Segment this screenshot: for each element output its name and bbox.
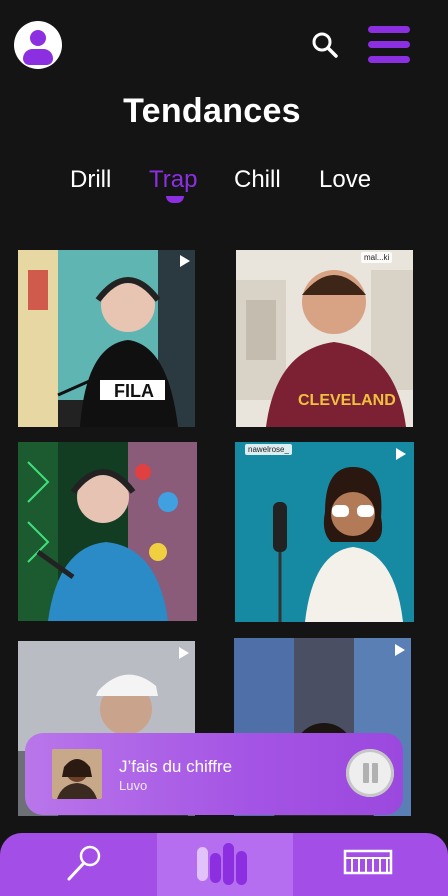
video-overlay-label: mal...ki <box>361 252 393 263</box>
video-thumbnail: FILA <box>18 250 195 427</box>
video-tile[interactable]: FILA <box>18 250 195 427</box>
user-icon-head <box>30 30 46 46</box>
track-cover-art <box>52 749 102 799</box>
search-button[interactable] <box>308 28 342 62</box>
menu-icon-bar <box>368 41 410 48</box>
tab-chill[interactable]: Chill <box>234 166 281 194</box>
video-tile[interactable]: CLEVELAND mal...ki <box>236 250 413 427</box>
tab-drill[interactable]: Drill <box>70 166 111 194</box>
nav-item-trending[interactable] <box>157 833 293 896</box>
pause-button[interactable] <box>346 749 394 797</box>
menu-icon-bar <box>368 56 410 63</box>
search-icon <box>312 32 338 58</box>
svg-text:FILA: FILA <box>114 381 154 401</box>
nav-item-microphone[interactable] <box>0 833 157 896</box>
video-tile[interactable]: nawelrose_ <box>235 442 414 622</box>
video-overlay-label: nawelrose_ <box>245 444 292 455</box>
microphone-icon <box>67 845 101 881</box>
pause-icon <box>372 763 378 783</box>
pause-icon <box>363 763 369 783</box>
now-playing-bar[interactable]: J’fais du chiffre Luvo <box>25 733 403 815</box>
svg-text:CLEVELAND: CLEVELAND <box>298 392 396 409</box>
play-icon <box>395 644 405 656</box>
tab-love[interactable]: Love <box>319 166 371 194</box>
play-icon <box>179 647 189 659</box>
user-icon-body <box>23 49 53 65</box>
tab-trap[interactable]: Trap <box>149 166 197 194</box>
track-title: J’fais du chiffre <box>119 757 233 776</box>
play-icon <box>396 448 406 460</box>
video-thumbnail: CLEVELAND <box>236 250 413 427</box>
equalizer-bars-icon <box>197 843 247 885</box>
video-thumbnail <box>18 442 197 621</box>
profile-avatar-button[interactable] <box>14 21 62 69</box>
nav-item-beats[interactable] <box>293 833 448 896</box>
track-artist: Luvo <box>119 778 148 793</box>
menu-icon-bar <box>368 26 410 33</box>
video-tile[interactable] <box>18 442 197 621</box>
menu-button[interactable] <box>366 24 412 66</box>
video-thumbnail <box>235 442 414 622</box>
keyboard-icon <box>343 849 393 875</box>
bottom-navigation <box>0 833 448 896</box>
page-title: Tendances <box>123 92 301 130</box>
genre-tabs: Drill Trap Chill Love <box>0 166 448 206</box>
play-icon <box>180 255 190 267</box>
